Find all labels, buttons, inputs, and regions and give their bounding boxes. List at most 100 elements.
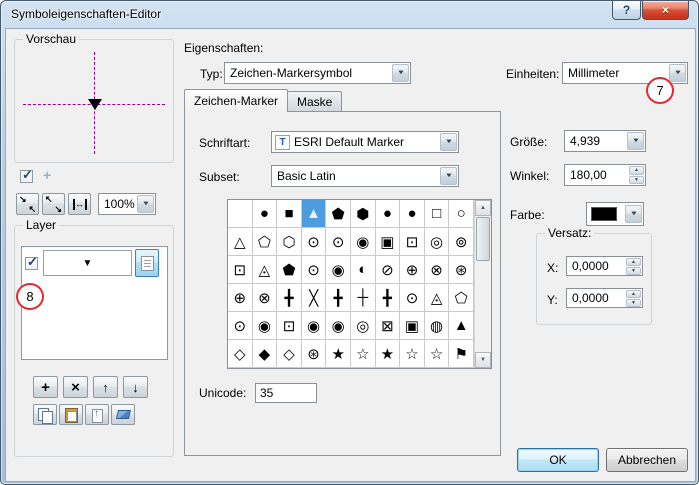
glyph-cell[interactable]: ◉ — [253, 312, 278, 340]
glyph-cell[interactable]: ● — [400, 200, 425, 228]
glyph-grid-scrollbar[interactable]: ▲ ▼ — [474, 200, 491, 368]
glyph-cell[interactable]: ▣ — [400, 312, 425, 340]
glyph-cell[interactable]: ☆ — [425, 340, 450, 368]
glyph-cell[interactable]: ◉ — [351, 228, 376, 256]
remove-layer-button[interactable]: × — [63, 376, 88, 398]
layer-row[interactable]: ✓ ▼ — [22, 247, 167, 279]
glyph-cell[interactable]: ◆ — [253, 340, 278, 368]
titlebar[interactable]: Symboleigenschaften-Editor ? × — [1, 1, 698, 28]
schriftart-select[interactable]: T ESRI Default Marker ▼ — [271, 131, 459, 153]
glyph-cell[interactable]: ◇ — [277, 340, 302, 368]
chevron-down-icon[interactable]: ▼ — [137, 195, 154, 213]
glyph-cell[interactable]: ◍ — [425, 312, 450, 340]
layer-symbol-cell[interactable]: ▼ — [43, 250, 132, 276]
scroll-thumb[interactable] — [476, 217, 490, 261]
move-layer-down-button[interactable]: ↓ — [123, 376, 148, 398]
glyph-cell[interactable]: ⊠ — [376, 312, 401, 340]
glyph-cell[interactable]: ◬ — [253, 256, 278, 284]
add-layer-button[interactable]: + — [33, 376, 58, 398]
glyph-cell[interactable]: ● — [376, 200, 401, 228]
scroll-track[interactable] — [475, 216, 491, 352]
typ-select[interactable]: Zeichen-Markersymbol ▼ — [224, 62, 411, 84]
glyph-cell[interactable]: ☆ — [351, 340, 376, 368]
glyph-cell[interactable] — [228, 200, 253, 228]
layer-visibility-checkbox[interactable]: ✓ — [25, 257, 38, 270]
glyph-cell[interactable]: ⚑ — [449, 340, 474, 368]
glyph-cell[interactable]: ○ — [449, 200, 474, 228]
paste-button[interactable] — [59, 404, 83, 425]
chevron-down-icon[interactable]: ▼ — [392, 64, 409, 82]
glyph-cell[interactable]: ⊕ — [400, 256, 425, 284]
glyph-cell[interactable]: ╋ — [326, 284, 351, 312]
preview-checkbox[interactable]: ✓ — [20, 170, 33, 183]
tab-maske[interactable]: Maske — [287, 91, 342, 112]
glyph-cell[interactable]: ◎ — [351, 312, 376, 340]
glyph-cell[interactable]: ╳ — [302, 284, 327, 312]
glyph-cell[interactable]: ▣ — [376, 228, 401, 256]
glyph-cell[interactable]: ⊗ — [253, 284, 278, 312]
glyph-cell[interactable]: ▲ — [302, 200, 327, 228]
subset-select[interactable]: Basic Latin ▼ — [271, 165, 459, 187]
glyph-cell[interactable]: ⊙ — [326, 228, 351, 256]
spin-down-icon[interactable]: ▼ — [626, 267, 641, 275]
zoom-extent-button[interactable]: ↖ ↘ — [42, 193, 65, 215]
glyph-cell[interactable]: □ — [425, 200, 450, 228]
chevron-down-icon[interactable]: ▼ — [625, 205, 642, 223]
chevron-down-icon[interactable]: ▼ — [440, 167, 457, 185]
glyph-cell[interactable]: ● — [253, 200, 278, 228]
glyph-cell[interactable]: ⬢ — [351, 200, 376, 228]
layer-list[interactable]: ✓ ▼ — [21, 246, 168, 360]
import-button[interactable] — [85, 404, 109, 425]
glyph-cell[interactable]: ◬ — [425, 284, 450, 312]
glyph-grid[interactable]: ●■▲⬟⬢●●□○△⬠⬡⊙⊙◉▣⊡◎⊚⊡◬⬟⊙◉◐⊘⊕⊗⊛⊕⊗╋╳╋┼╋⊙◬⬠⊙… — [227, 199, 492, 369]
glyph-cell[interactable]: ◐ — [351, 256, 376, 284]
glyph-cell[interactable]: ⊕ — [228, 284, 253, 312]
glyph-cell[interactable]: ⬟ — [277, 256, 302, 284]
copy-button[interactable] — [33, 404, 57, 425]
glyph-cell[interactable]: ⊗ — [425, 256, 450, 284]
help-button[interactable]: ? — [612, 1, 641, 20]
glyph-cell[interactable]: ⬠ — [449, 284, 474, 312]
glyph-cell[interactable]: ★ — [326, 340, 351, 368]
glyph-cell[interactable]: ⊛ — [449, 256, 474, 284]
glyph-cell[interactable]: ⊙ — [302, 228, 327, 256]
clear-button[interactable] — [111, 404, 135, 425]
unicode-input[interactable] — [255, 383, 317, 403]
glyph-cell[interactable]: ⊡ — [277, 312, 302, 340]
glyph-cell[interactable]: ◉ — [326, 312, 351, 340]
glyph-cell[interactable]: ╋ — [376, 284, 401, 312]
glyph-cell[interactable]: ◎ — [425, 228, 450, 256]
close-button[interactable]: × — [642, 1, 689, 20]
glyph-cell[interactable]: ▲ — [449, 312, 474, 340]
x-offset-spinner[interactable]: 0,0000 ▲ ▼ — [566, 256, 643, 276]
glyph-cell[interactable]: ⊡ — [228, 256, 253, 284]
spin-up-icon[interactable]: ▲ — [629, 166, 644, 175]
glyph-cell[interactable]: ┼ — [351, 284, 376, 312]
layer-properties-button[interactable] — [135, 249, 159, 277]
zoom-fit-button[interactable]: ↘ ↖ — [16, 193, 39, 215]
glyph-cell[interactable]: ◇ — [228, 340, 253, 368]
tab-zeichen-marker[interactable]: Zeichen-Marker — [184, 89, 288, 112]
glyph-cell[interactable]: ⊡ — [400, 228, 425, 256]
glyph-cell[interactable]: ⊙ — [302, 256, 327, 284]
glyph-cell[interactable]: ☆ — [400, 340, 425, 368]
glyph-cell[interactable]: ◉ — [326, 256, 351, 284]
glyph-cell[interactable]: ⊘ — [376, 256, 401, 284]
spin-down-icon[interactable]: ▼ — [629, 176, 644, 185]
glyph-cell[interactable]: ⊚ — [449, 228, 474, 256]
glyph-cell[interactable]: ⊙ — [400, 284, 425, 312]
glyph-cell[interactable]: ⊙ — [228, 312, 253, 340]
chevron-down-icon[interactable]: ▼ — [669, 64, 686, 82]
chevron-down-icon[interactable]: ▼ — [627, 132, 644, 150]
glyph-cell[interactable]: ⬡ — [277, 228, 302, 256]
chevron-down-icon[interactable]: ▼ — [440, 133, 457, 151]
glyph-cell[interactable]: ■ — [277, 200, 302, 228]
glyph-cell[interactable]: ⊛ — [302, 340, 327, 368]
spin-down-icon[interactable]: ▼ — [626, 299, 641, 307]
zoom-level-select[interactable]: 100% ▼ — [98, 193, 156, 215]
actual-size-button[interactable]: ↔ — [68, 193, 91, 215]
ok-button[interactable]: OK — [517, 448, 599, 472]
glyph-cell[interactable]: ★ — [376, 340, 401, 368]
spin-up-icon[interactable]: ▲ — [626, 290, 641, 298]
winkel-spinner[interactable]: 180,00 ▲ ▼ — [564, 164, 646, 186]
